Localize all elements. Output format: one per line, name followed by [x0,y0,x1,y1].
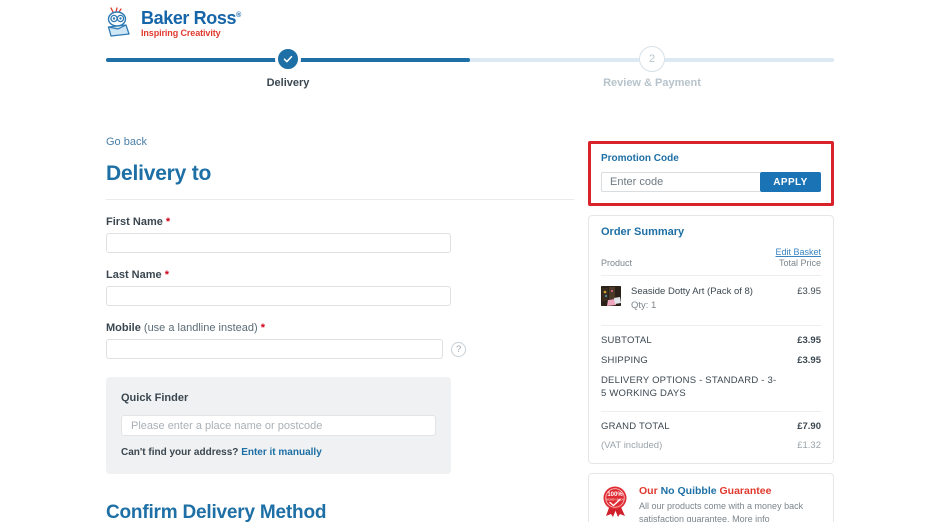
first-name-input[interactable] [106,233,451,253]
order-summary-header-right: Edit Basket Total Price [775,247,821,268]
promotion-code-input[interactable] [601,172,760,192]
mobile-label-text: Mobile [106,322,141,334]
step-delivery-label: Delivery [266,77,310,89]
step-review-label: Review & Payment [603,77,701,89]
stepper-step-review-payment[interactable]: 2 Review & Payment [592,46,712,89]
totals-divider-top [601,325,821,327]
last-name-field-block: Last Name * [106,269,451,306]
subtotal-label: SUBTOTAL [601,335,652,347]
no-quibble-guarantee-panel: 100% MONEY BACK Our No Quibble Guarantee… [588,472,834,522]
guarantee-title-part2: No Quibble [660,484,717,497]
totals-divider-bottom [601,410,821,412]
svg-text:100%: 100% [607,492,623,498]
last-name-label: Last Name * [106,269,451,281]
order-summary-header-row: Product Edit Basket Total Price [601,247,821,268]
promotion-code-highlight: Promotion Code APPLY [588,141,834,206]
mobile-field-block: Mobile (use a landline instead) * ? [106,322,466,359]
promotion-code-panel: Promotion Code APPLY [591,144,831,203]
delivery-options-row: DELIVERY OPTIONS - STANDARD - 3-5 WORKIN… [601,375,821,401]
mobile-input-row: ? [106,339,466,359]
go-back-link[interactable]: Go back [106,136,574,148]
quick-finder-panel: Quick Finder Can't find your address? En… [106,377,451,474]
promotion-code-title: Promotion Code [601,153,679,164]
checkout-stepper: Delivery 2 Review & Payment [106,46,834,91]
mobile-label: Mobile (use a landline instead) * [106,322,466,334]
mobile-required-marker: * [260,322,265,334]
column-header-product: Product [601,258,633,268]
order-line-item: Seaside Dotty Art (Pack of 8) Qty: 1 £3.… [601,286,821,311]
shipping-label: SHIPPING [601,355,648,367]
guarantee-title: Our No Quibble Guarantee [639,485,821,497]
guarantee-title-part1: Our [639,484,661,497]
apply-promotion-code-button[interactable]: APPLY [760,172,821,192]
quick-finder-title: Quick Finder [121,392,189,404]
logo-wordmark: Baker Ross® Inspiring Creativity [141,9,241,38]
quick-finder-footer: Can't find your address? Enter it manual… [121,447,436,458]
quick-finder-search-input[interactable] [121,415,436,436]
vat-row: (VAT included) £1.32 [601,440,821,451]
step-review-number: 2 [639,46,665,72]
first-name-required-marker: * [165,216,171,228]
shipping-row: SHIPPING £3.95 [601,355,821,366]
order-line-item-name: Seaside Dotty Art (Pack of 8) [631,286,753,297]
delivery-options-label: DELIVERY OPTIONS - STANDARD - 3-5 WORKIN… [601,375,777,400]
100-percent-guarantee-rosette-icon: 100% MONEY BACK [600,485,630,518]
order-line-item-price: £3.95 [797,286,821,297]
guarantee-more-info-link[interactable]: More info [732,514,770,522]
edit-basket-link[interactable]: Edit Basket [775,247,821,257]
quick-finder-footer-text: Can't find your address? [121,447,239,458]
guarantee-title-part3: Guarantee [716,484,772,497]
stepper-step-delivery[interactable]: Delivery [228,46,348,89]
order-sidebar: Promotion Code APPLY Order Summary Produ… [588,141,834,522]
order-summary-panel: Order Summary Product Edit Basket Total … [588,215,834,464]
vat-label: (VAT included) [601,439,663,451]
first-name-label: First Name * [106,216,451,228]
mobile-help-question-mark-icon[interactable]: ? [451,341,466,357]
first-name-label-text: First Name [106,216,163,228]
promotion-code-row: APPLY [601,172,821,192]
order-line-item-qty: Qty: 1 [631,300,657,312]
logo-tagline: Inspiring Creativity [141,27,221,38]
page-title: Delivery to [106,162,212,185]
logo-name-text: Baker Ross [141,7,237,28]
guarantee-text-block: Our No Quibble Guarantee All our product… [639,485,821,522]
order-summary-title: Order Summary [601,226,685,238]
svg-text:MONEY BACK: MONEY BACK [606,498,624,502]
mobile-landline-link[interactable]: (use a landline instead) [144,322,258,334]
first-name-field-block: First Name * [106,216,451,253]
last-name-input[interactable] [106,286,451,306]
order-summary-divider [601,275,821,276]
grand-total-label: GRAND TOTAL [601,420,670,432]
product-thumbnail-icon [601,286,621,306]
site-logo[interactable]: Baker Ross® Inspiring Creativity [106,7,241,39]
title-divider [106,199,574,200]
guarantee-body: All our products come with a money back … [639,500,821,522]
column-header-total-price: Total Price [778,258,821,268]
grand-total-value: £7.90 [797,420,821,432]
subtotal-value: £3.95 [797,335,821,347]
mobile-input[interactable] [106,339,444,359]
vat-value: £1.32 [797,439,821,451]
delivery-form-column: Go back Delivery to First Name * Last Na… [106,136,574,522]
enter-address-manually-link[interactable]: Enter it manually [241,447,322,458]
checkout-page: Baker Ross® Inspiring Creativity Deliver… [0,0,940,522]
confirm-delivery-method-heading: Confirm Delivery Method [106,502,327,522]
subtotal-row: SUBTOTAL £3.95 [601,335,821,346]
last-name-required-marker: * [164,269,169,281]
shipping-value: £3.95 [797,355,821,367]
logo-registered-mark: ® [236,11,241,19]
order-line-item-info: Seaside Dotty Art (Pack of 8) Qty: 1 [621,286,791,311]
last-name-label-text: Last Name [106,269,162,281]
baker-ross-robot-logo-icon [106,7,136,39]
grand-total-row: GRAND TOTAL £7.90 [601,421,821,432]
guarantee-body-text: All our products come with a money back … [639,500,804,522]
step-delivery-check-icon [275,46,301,72]
